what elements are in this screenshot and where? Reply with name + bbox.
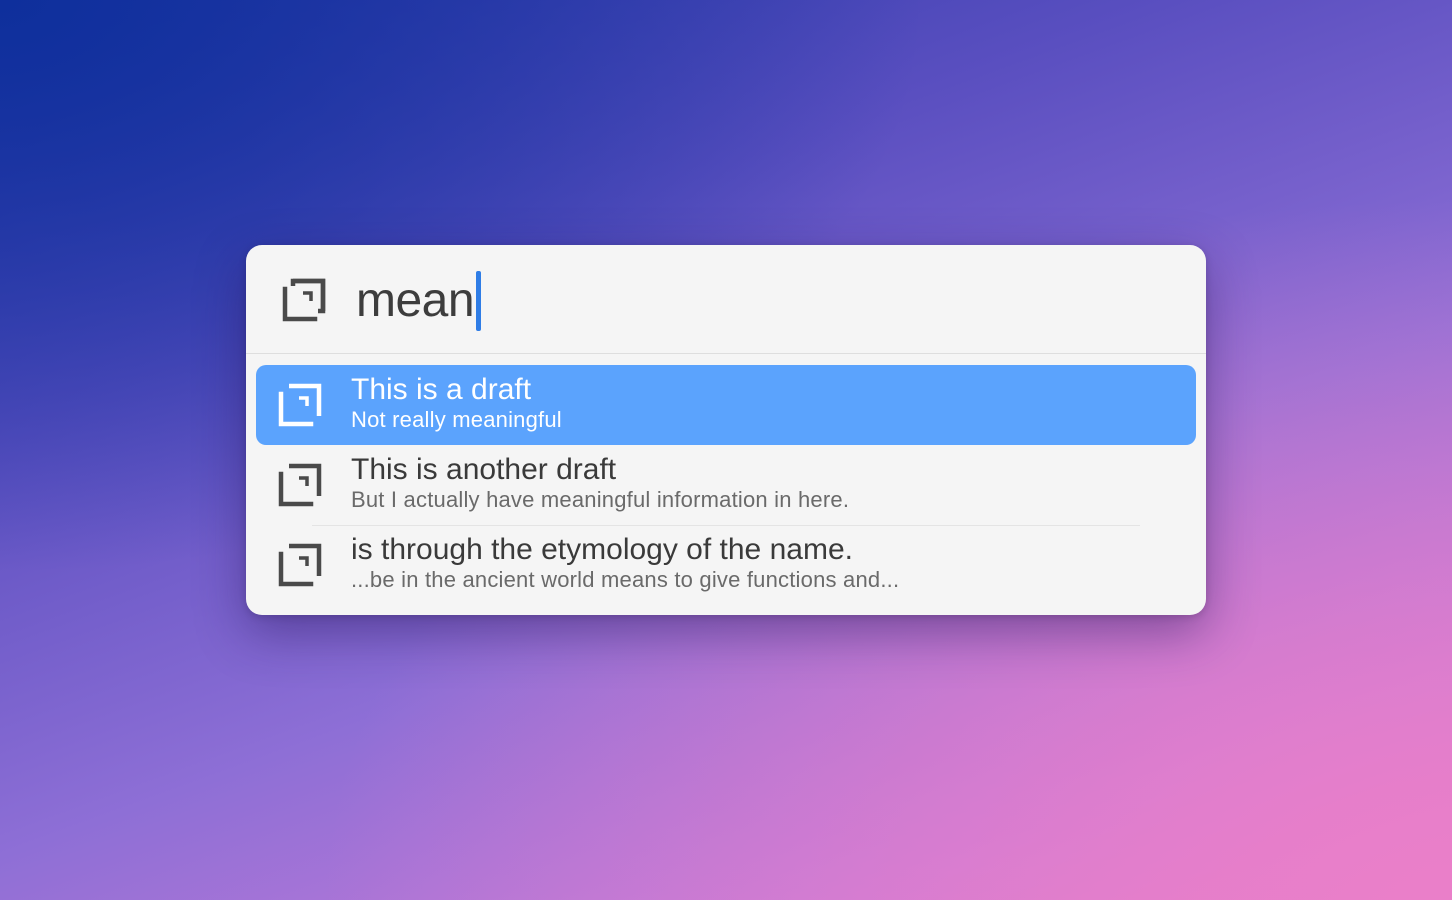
- result-item[interactable]: This is another draft But I actually hav…: [256, 445, 1196, 526]
- result-subtitle: Not really meaningful: [351, 407, 562, 432]
- text-caret: [476, 271, 482, 331]
- result-title: is through the etymology of the name.: [351, 533, 853, 566]
- search-input[interactable]: mean: [356, 271, 482, 331]
- results-list: This is a draft Not really meaningful Th…: [256, 365, 1196, 605]
- draft-icon: [277, 382, 323, 428]
- result-item[interactable]: is through the etymology of the name. ..…: [256, 525, 1196, 605]
- draft-icon: [277, 462, 323, 508]
- search-query: mean: [356, 274, 475, 327]
- result-title: This is a draft: [351, 373, 532, 406]
- draft-icon: [277, 542, 323, 588]
- launcher-panel: mean This is a draft Not really meaningf…: [246, 245, 1206, 615]
- result-title: This is another draft: [351, 453, 617, 486]
- result-subtitle: But I actually have meaningful informati…: [351, 487, 850, 512]
- search-bar[interactable]: mean: [246, 245, 1206, 354]
- draft-icon: [281, 277, 327, 323]
- result-item[interactable]: This is a draft Not really meaningful: [256, 365, 1196, 445]
- result-subtitle: ...be in the ancient world means to give…: [351, 567, 900, 592]
